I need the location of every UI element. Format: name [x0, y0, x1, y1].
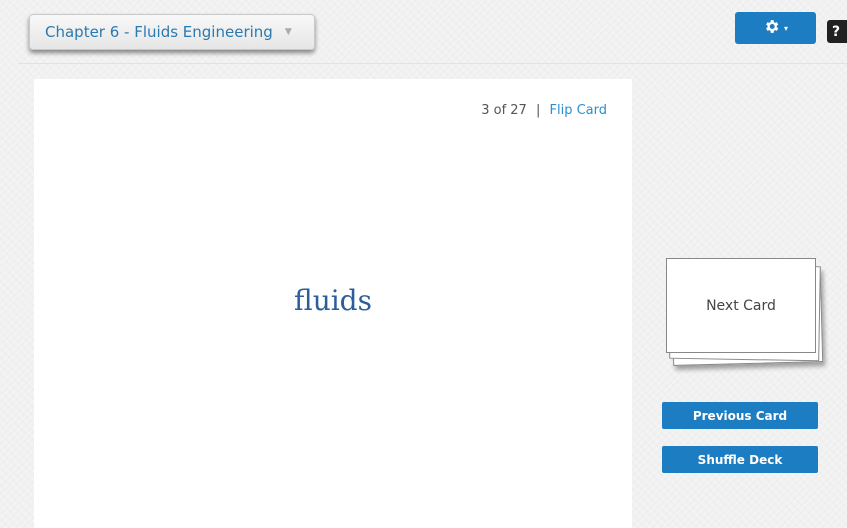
deck-title: Chapter 6 - Fluids Engineering	[45, 23, 273, 41]
of-label: of	[493, 103, 507, 118]
settings-button[interactable]: ▾	[735, 12, 816, 44]
current-card-number: 3	[481, 103, 490, 118]
card-term: fluids	[294, 284, 372, 317]
separator: |	[535, 103, 541, 118]
total-card-count: 27	[510, 103, 527, 118]
next-card-label: Next Card	[666, 258, 816, 353]
previous-card-button[interactable]: Previous Card	[662, 402, 818, 429]
gear-icon	[763, 18, 780, 39]
flashcard[interactable]: 3 of 27 | Flip Card fluids	[34, 79, 632, 528]
chevron-down-icon: ▾	[783, 23, 788, 33]
card-counter: 3 of 27 | Flip Card	[481, 103, 607, 118]
shuffle-deck-button[interactable]: Shuffle Deck	[662, 446, 818, 473]
next-card-button[interactable]: Next Card	[665, 257, 830, 367]
chevron-down-icon: ▼	[284, 27, 292, 37]
help-button[interactable]: ?	[827, 20, 847, 43]
flip-card-link[interactable]: Flip Card	[550, 103, 608, 118]
deck-selector-dropdown[interactable]: Chapter 6 - Fluids Engineering ▼	[29, 14, 315, 50]
